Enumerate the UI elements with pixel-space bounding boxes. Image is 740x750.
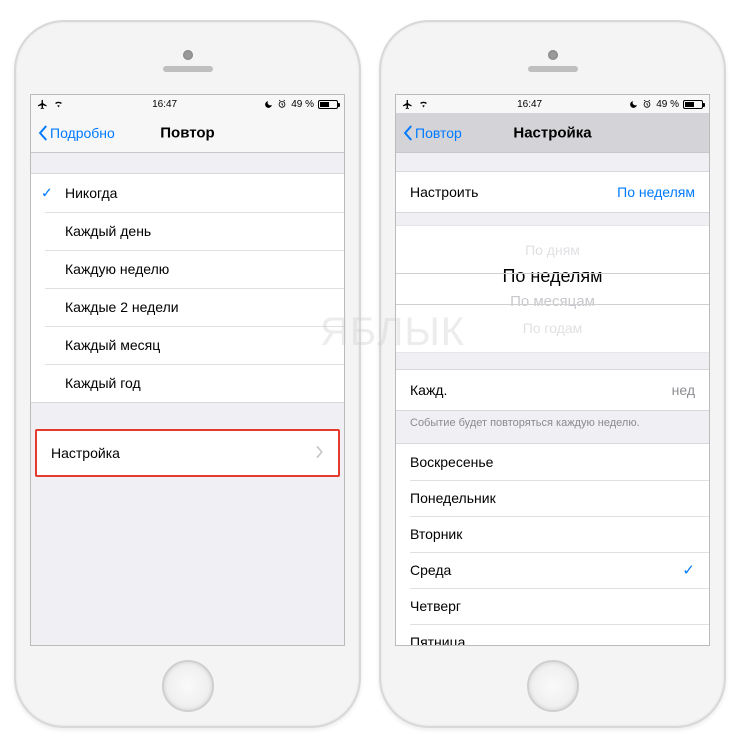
picker-item: По дням	[525, 237, 580, 263]
every-row[interactable]: Кажд. нед	[396, 370, 709, 410]
day-thu[interactable]: Четверг	[396, 588, 709, 624]
battery-percent: 49 %	[291, 99, 314, 110]
moon-icon	[629, 100, 638, 109]
option-label: Каждый день	[65, 223, 151, 239]
every-group: Кажд. нед	[396, 369, 709, 411]
content-right: Настроить По неделям По дням По неделям …	[396, 153, 709, 645]
option-daily[interactable]: Каждый день	[31, 212, 344, 250]
day-tue[interactable]: Вторник	[396, 516, 709, 552]
day-label: Вторник	[410, 526, 462, 542]
back-label: Подробно	[50, 125, 115, 141]
moon-icon	[264, 100, 273, 109]
status-bar: 16:47 49 %	[31, 95, 344, 113]
day-label: Четверг	[410, 598, 461, 614]
airplane-icon	[37, 99, 48, 110]
configure-row[interactable]: Настроить По неделям	[396, 172, 709, 212]
nav-bar: Подробно Повтор	[31, 113, 344, 153]
option-weekly[interactable]: Каждую неделю	[31, 250, 344, 288]
back-button[interactable]: Повтор	[402, 125, 462, 141]
option-label: Каждый месяц	[65, 337, 160, 353]
day-wed[interactable]: Среда ✓	[396, 552, 709, 588]
wifi-icon	[52, 99, 65, 109]
day-sun[interactable]: Воскресенье	[396, 444, 709, 480]
checkmark-icon: ✓	[41, 185, 53, 202]
custom-label: Настройка	[51, 445, 120, 461]
screen-left: 16:47 49 % Подробно Повтор	[30, 94, 345, 646]
checkmark-icon: ✓	[682, 561, 695, 579]
option-monthly[interactable]: Каждый месяц	[31, 326, 344, 364]
day-label: Воскресенье	[410, 454, 493, 470]
screen-right: 16:47 49 % Повтор Настройка	[395, 94, 710, 646]
picker-item: По годам	[523, 315, 583, 341]
configure-label: Настроить	[410, 184, 478, 200]
page-title: Повтор	[160, 124, 214, 141]
device-left: 16:47 49 % Подробно Повтор	[14, 20, 361, 728]
chevron-right-icon	[316, 445, 324, 461]
day-label: Понедельник	[410, 490, 496, 506]
repeat-options-group: ✓ Никогда Каждый день Каждую неделю Кажд…	[31, 173, 344, 403]
option-never[interactable]: ✓ Никогда	[31, 174, 344, 212]
content-left: ✓ Никогда Каждый день Каждую неделю Кажд…	[31, 153, 344, 645]
picker-item: По месяцам	[510, 289, 595, 315]
status-bar: 16:47 49 %	[396, 95, 709, 113]
day-label: Пятница	[410, 634, 465, 645]
alarm-icon	[642, 99, 652, 109]
battery-icon	[318, 100, 338, 109]
day-fri[interactable]: Пятница	[396, 624, 709, 645]
configure-group: Настроить По неделям	[396, 171, 709, 213]
battery-icon	[683, 100, 703, 109]
nav-bar: Повтор Настройка	[396, 113, 709, 153]
option-label: Никогда	[65, 185, 117, 201]
option-label: Каждые 2 недели	[65, 299, 179, 315]
wifi-icon	[417, 99, 430, 109]
picker-item-selected: По неделям	[502, 263, 602, 289]
day-label: Среда	[410, 562, 451, 578]
back-button[interactable]: Подробно	[37, 125, 115, 141]
day-mon[interactable]: Понедельник	[396, 480, 709, 516]
option-yearly[interactable]: Каждый год	[31, 364, 344, 402]
option-label: Каждую неделю	[65, 261, 169, 277]
page-title: Настройка	[513, 124, 591, 141]
custom-highlight: Настройка	[35, 429, 340, 477]
home-button[interactable]	[527, 660, 579, 712]
status-time: 16:47	[517, 99, 542, 110]
battery-percent: 49 %	[656, 99, 679, 110]
home-button[interactable]	[162, 660, 214, 712]
airplane-icon	[402, 99, 413, 110]
option-label: Каждый год	[65, 375, 141, 391]
every-value: нед	[672, 382, 695, 398]
alarm-icon	[277, 99, 287, 109]
every-label: Кажд.	[410, 382, 447, 398]
back-label: Повтор	[415, 125, 462, 141]
option-biweekly[interactable]: Каждые 2 недели	[31, 288, 344, 326]
device-right: 16:47 49 % Повтор Настройка	[379, 20, 726, 728]
freq-picker[interactable]: По дням По неделям По месяцам По годам	[396, 225, 709, 353]
configure-value: По неделям	[617, 184, 695, 200]
freq-hint: Событие будет повторяться каждую неделю.	[396, 411, 709, 429]
custom-row[interactable]: Настройка	[37, 431, 338, 475]
days-group: Воскресенье Понедельник Вторник Среда ✓ …	[396, 443, 709, 645]
status-time: 16:47	[152, 99, 177, 110]
